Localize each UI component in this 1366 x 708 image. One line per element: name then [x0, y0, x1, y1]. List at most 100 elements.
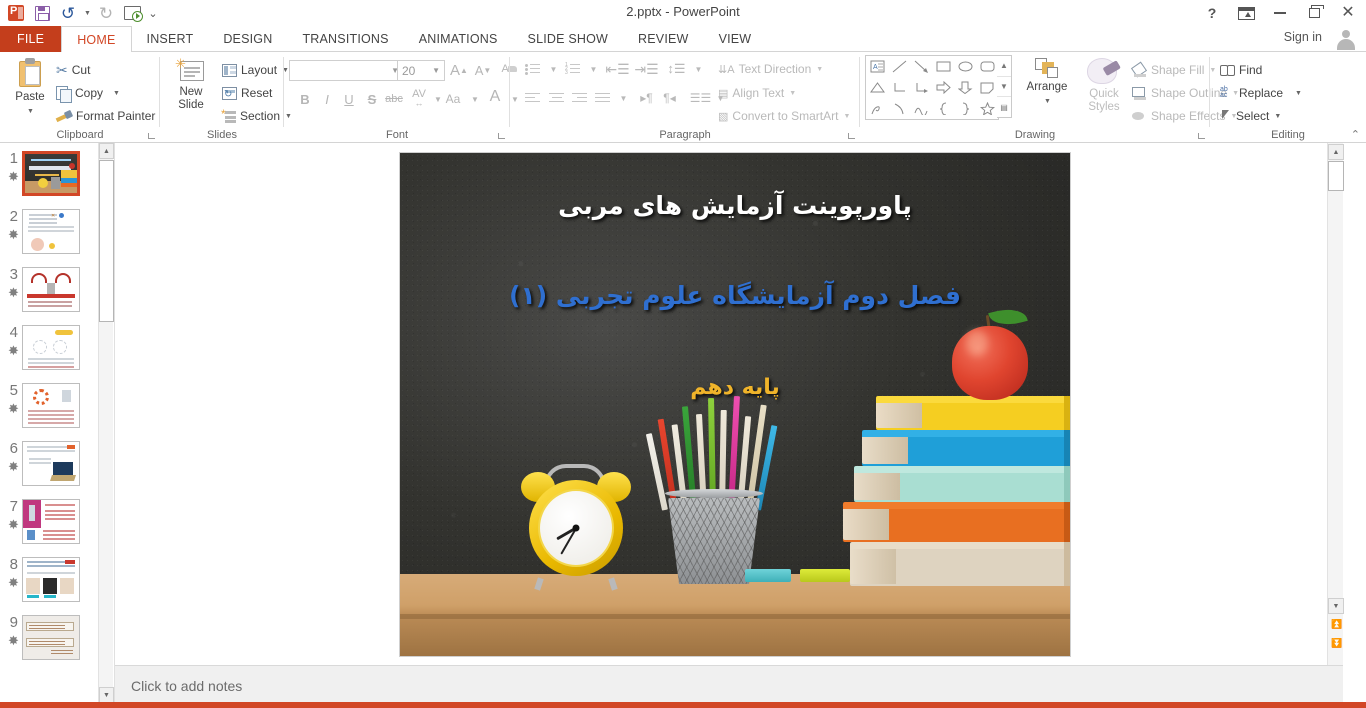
find-button[interactable]: Find [1220, 60, 1262, 80]
shape-oval[interactable] [954, 56, 976, 77]
change-case-button[interactable]: Aa [442, 88, 464, 110]
slide-thumbnail-7[interactable] [22, 499, 80, 544]
minimize-icon[interactable] [1270, 3, 1290, 23]
shape-down-arrow[interactable] [954, 77, 976, 98]
tab-view[interactable]: VIEW [704, 26, 767, 52]
paste-button[interactable]: Paste ▼ [8, 58, 52, 118]
shape-arc[interactable] [888, 98, 910, 119]
align-text-button[interactable]: ▤ Align Text ▼ [718, 83, 796, 103]
tab-slide-show[interactable]: SLIDE SHOW [513, 26, 624, 52]
shape-right-brace[interactable] [954, 98, 976, 119]
bold-button[interactable]: B [294, 88, 316, 110]
canvas-scroll-up-icon[interactable]: ▲ [1328, 144, 1344, 160]
select-button[interactable]: Select ▼ [1220, 106, 1281, 126]
cut-button[interactable]: ✂ Cut [56, 60, 90, 80]
shape-rectangle[interactable] [932, 56, 954, 77]
shape-curve[interactable] [910, 98, 932, 119]
tab-transitions[interactable]: TRANSITIONS [287, 26, 403, 52]
justify-button[interactable] [592, 88, 613, 108]
align-right-button[interactable] [569, 88, 590, 108]
list-item[interactable]: 5 ✸ [0, 383, 96, 428]
slide-thumbnail-8[interactable] [22, 557, 80, 602]
columns-button[interactable]: ☰☰ [690, 88, 712, 108]
shape-rounded-rectangle[interactable] [976, 56, 998, 77]
shapes-gallery[interactable]: A [865, 55, 999, 120]
thumb-scroll-down-icon[interactable]: ▼ [99, 687, 114, 703]
align-dropdown-icon[interactable]: ▼ [613, 88, 634, 108]
slide-editing-surface[interactable]: پاورپوینت آزمایش های مربی فصل دوم آزمایش… [400, 153, 1070, 656]
numbering-button[interactable]: 123 [562, 59, 583, 79]
slide-title-line-2[interactable]: فصل دوم آزمایشگاه علوم تجربی (۱) [400, 281, 1070, 310]
tab-file[interactable]: FILE [0, 26, 62, 52]
replace-button[interactable]: ab ac Replace ▼ [1220, 83, 1302, 103]
collapse-ribbon-icon[interactable]: ⌃ [1351, 128, 1360, 141]
copy-button[interactable]: Copy ▼ [56, 83, 120, 103]
list-item[interactable]: 3 ✸ [0, 267, 96, 312]
change-case-dropdown-icon[interactable]: ▼ [464, 88, 486, 110]
slide-title-line-3[interactable]: پایه دهم [400, 375, 1070, 400]
previous-slide-icon[interactable]: ⏫ [1331, 619, 1342, 630]
shapes-more-icon[interactable]: ▤ [997, 97, 1011, 117]
convert-to-smartart-button[interactable]: ▧ Convert to SmartArt ▼ [718, 106, 850, 126]
shape-isosceles-triangle[interactable] [866, 77, 888, 98]
thumb-scroll-up-icon[interactable]: ▲ [99, 143, 114, 159]
thumb-scroll-thumb[interactable] [99, 160, 114, 322]
bullets-button[interactable] [522, 59, 543, 79]
shapes-gallery-scrollbar[interactable]: ▲ ▼ ▤ [997, 55, 1012, 118]
slide-canvas-scrollbar[interactable]: ▲ ▼ ⏫ ⏬ [1327, 143, 1344, 665]
shape-fill-button[interactable]: Shape Fill ▼ [1132, 60, 1216, 80]
line-spacing-button[interactable]: ↕☰ [666, 59, 687, 79]
tab-design[interactable]: DESIGN [208, 26, 287, 52]
align-left-button[interactable] [522, 88, 543, 108]
drawing-dialog-launcher[interactable] [1198, 131, 1207, 140]
section-button[interactable]: Section ▼ [221, 106, 292, 126]
reset-button[interactable]: Reset [222, 83, 272, 103]
rtl-button[interactable]: ¶◂ [659, 88, 680, 108]
arrange-button[interactable]: Arrange ▼ [1020, 58, 1074, 108]
slide-thumbnail-2[interactable]: ✕ [22, 209, 80, 254]
decrease-font-size-button[interactable]: A ▼ [472, 59, 494, 81]
list-item[interactable]: 9 ✸ [0, 615, 96, 660]
underline-button[interactable]: U [338, 88, 360, 110]
slide-thumbnail-1[interactable] [22, 151, 80, 196]
shape-right-arrow[interactable] [932, 77, 954, 98]
center-button[interactable] [546, 88, 567, 108]
format-painter-button[interactable]: Format Painter [56, 106, 155, 126]
list-item[interactable]: 1 ✸ [0, 151, 96, 196]
close-icon[interactable]: ✕ [1338, 3, 1358, 23]
list-item[interactable]: 4 ✸ [0, 325, 96, 370]
tab-insert[interactable]: INSERT [132, 26, 209, 52]
slide-thumbnail-pane[interactable]: 1 ✸ 2 ✸ ✕ 3 ✸ 4 ✸ 5 ✸ 6 ✸ 7 ✸ 8 ✸ 9 ✸ [0, 143, 96, 673]
list-item[interactable]: 7 ✸ [0, 499, 96, 544]
shape-5-point-star[interactable] [976, 98, 998, 119]
notes-pane[interactable]: Click to add notes [115, 666, 1343, 706]
new-slide-button[interactable]: ✳ New Slide [168, 57, 214, 112]
tab-review[interactable]: REVIEW [623, 26, 704, 52]
bullets-dropdown-icon[interactable]: ▼ [543, 59, 564, 79]
shape-elbow-arrow-connector[interactable] [910, 77, 932, 98]
quick-styles-button[interactable]: Quick Styles [1078, 58, 1130, 114]
restore-icon[interactable] [1304, 3, 1324, 23]
increase-font-size-button[interactable]: A ▲ [448, 59, 470, 81]
font-color-button[interactable]: A [484, 86, 506, 108]
font-size-input[interactable]: 20 ▼ [397, 60, 445, 81]
font-name-input[interactable]: ▼ [289, 60, 404, 81]
slide-title-line-1[interactable]: پاورپوینت آزمایش های مربی [400, 191, 1070, 220]
slide-thumbnail-9[interactable] [22, 615, 80, 660]
shape-line[interactable] [888, 56, 910, 77]
italic-button[interactable]: I [316, 88, 338, 110]
shape-elbow-connector[interactable] [888, 77, 910, 98]
shape-left-brace[interactable] [932, 98, 954, 119]
shape-scribble[interactable] [866, 98, 888, 119]
numbering-dropdown-icon[interactable]: ▼ [583, 59, 604, 79]
next-slide-icon[interactable]: ⏬ [1331, 638, 1342, 649]
ribbon-display-options-icon[interactable] [1236, 3, 1256, 23]
help-icon[interactable]: ? [1202, 3, 1222, 23]
slide-thumbnail-6[interactable] [22, 441, 80, 486]
thumbnail-pane-scrollbar[interactable]: ▲ ▼ [98, 143, 114, 708]
layout-button[interactable]: Layout ▼ [222, 60, 289, 80]
shapes-scroll-down-icon[interactable]: ▼ [997, 77, 1011, 98]
tab-home[interactable]: HOME [61, 26, 132, 53]
shapes-scroll-up-icon[interactable]: ▲ [997, 56, 1011, 77]
shape-folded-corner[interactable] [976, 77, 998, 98]
